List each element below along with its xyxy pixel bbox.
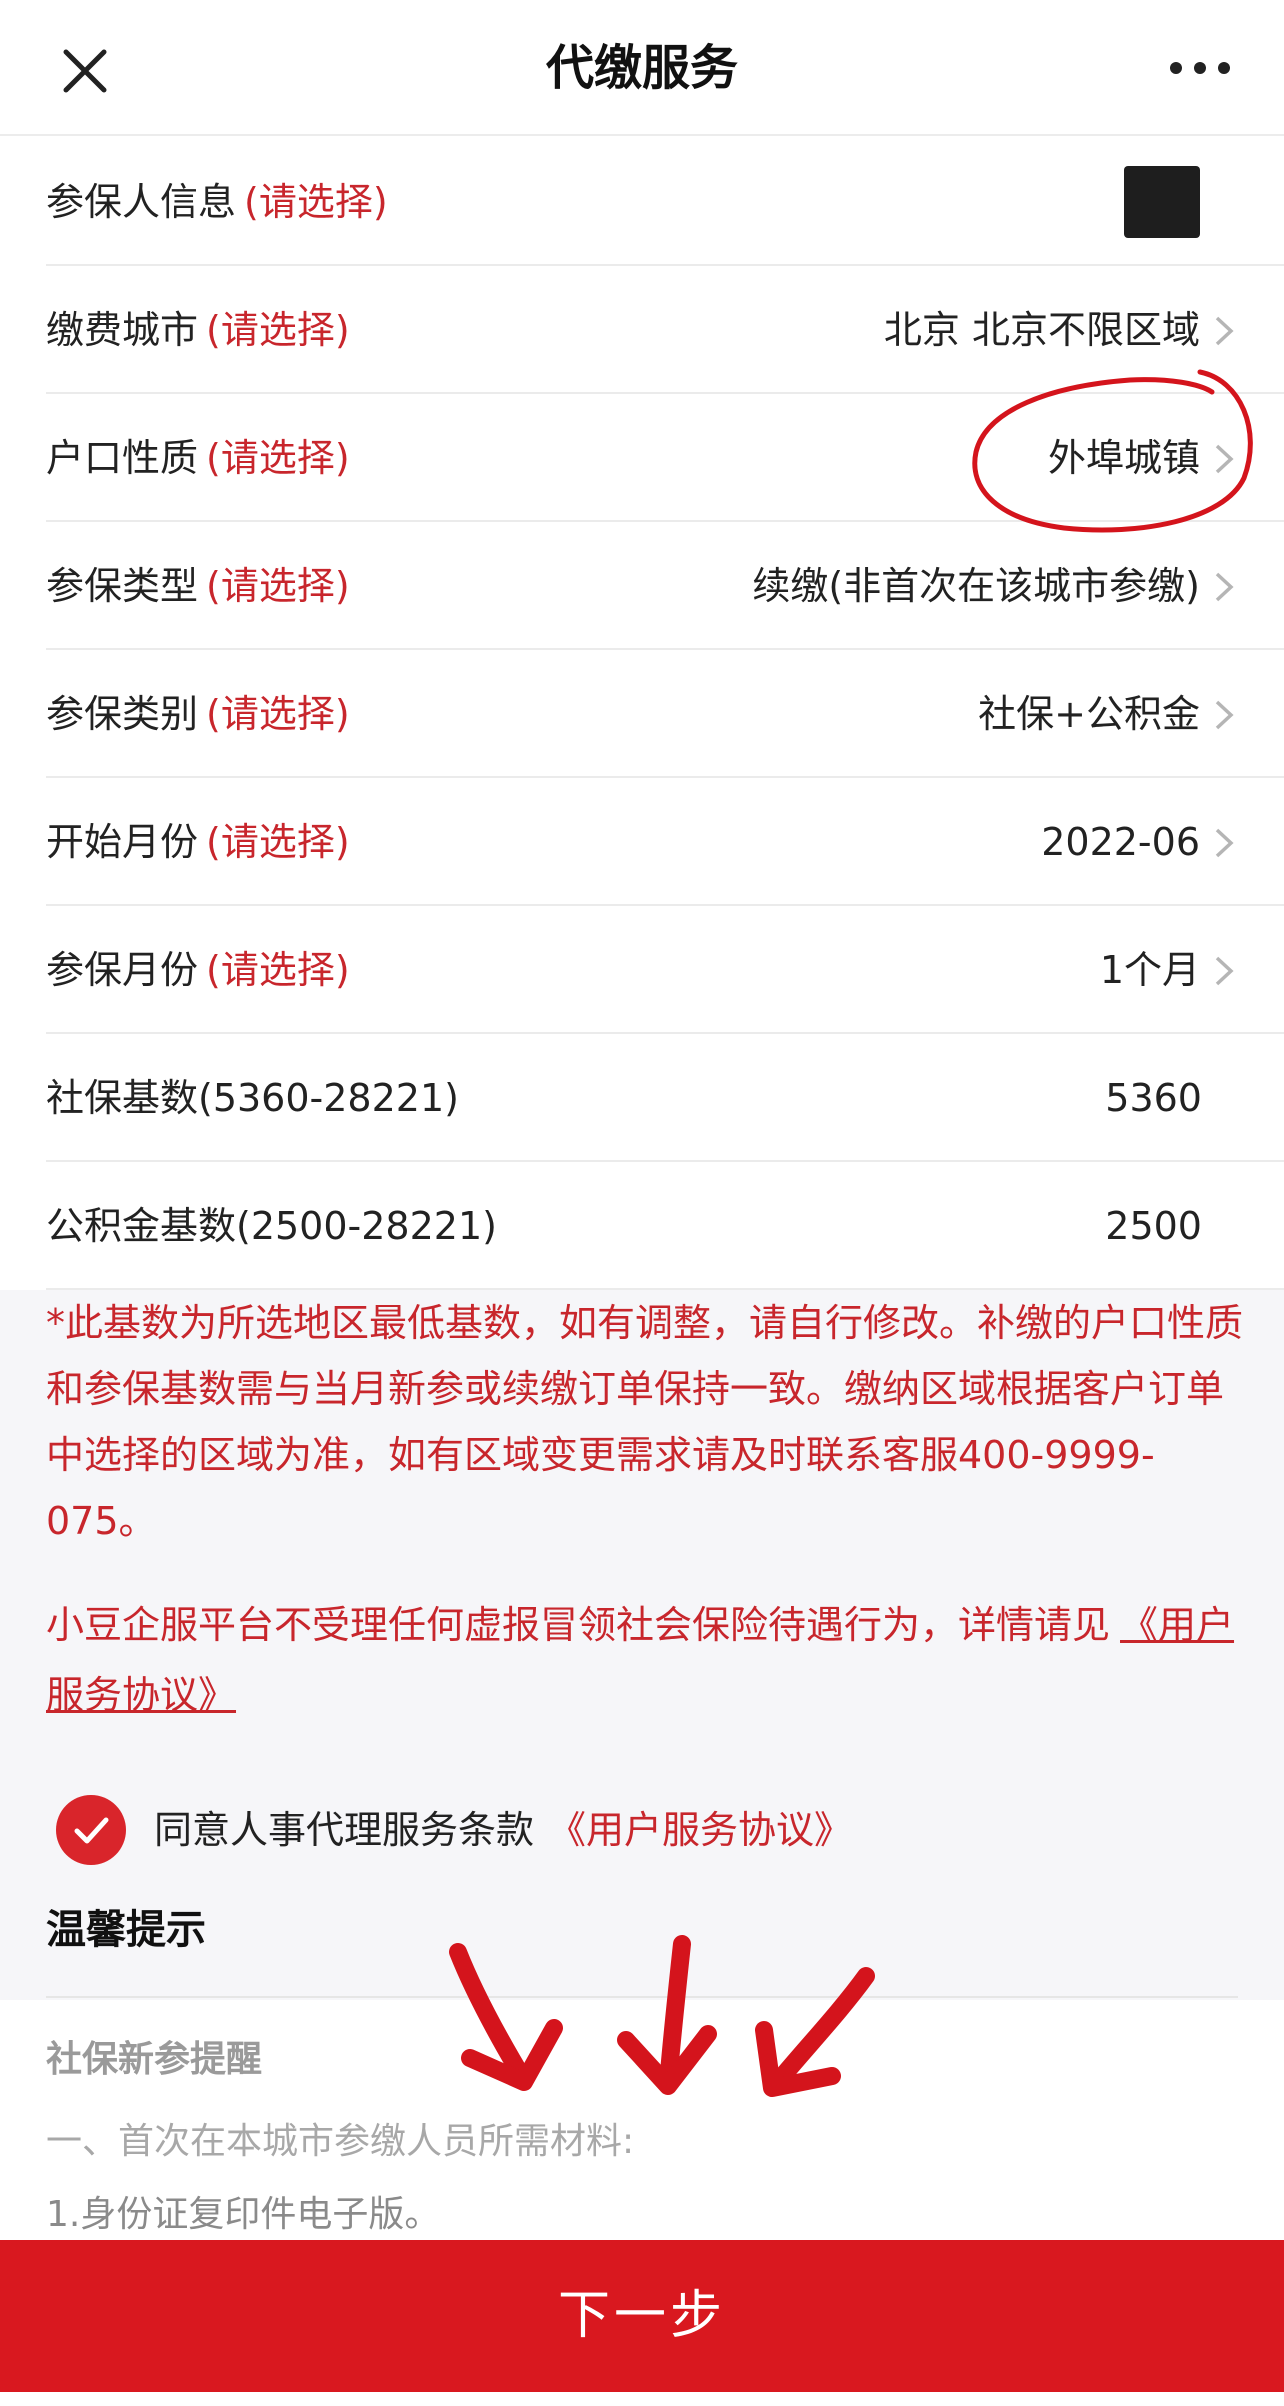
checkmark-icon <box>74 1817 109 1844</box>
select-hint: (请选择) <box>206 692 350 736</box>
tips-subtitle: 社保新参提醒 <box>46 2039 263 2080</box>
insurance-months-value: 1个月 <box>1099 948 1200 992</box>
select-hint: (请选择) <box>206 564 350 608</box>
next-step-button[interactable]: 下一步 <box>0 2240 1284 2392</box>
more-icon <box>1170 62 1230 74</box>
select-hint: (请选择) <box>206 308 350 352</box>
row-label: 参保月份 (请选择) <box>46 948 350 992</box>
payment-city-value: 北京 北京不限区域 <box>883 308 1200 352</box>
agree-checkbox[interactable] <box>56 1795 126 1865</box>
row-label: 缴费城市 (请选择) <box>46 308 350 352</box>
select-hint: (请选择) <box>206 820 350 864</box>
household-type-value: 外埠城镇 <box>1047 436 1200 480</box>
insurance-category-row[interactable]: 参保类别 (请选择) 社保+公积金 <box>0 650 1284 778</box>
select-hint: (请选择) <box>206 948 350 992</box>
row-label: 参保人信息 (请选择) <box>46 180 388 224</box>
social-base-input[interactable]: 5360 <box>1105 1034 1202 1162</box>
chevron-right-icon <box>1215 444 1234 474</box>
select-hint: (请选择) <box>244 180 388 224</box>
start-month-value: 2022-06 <box>1041 820 1200 864</box>
select-hint: (请选择) <box>206 436 350 480</box>
chevron-right-icon <box>1215 572 1234 602</box>
insurance-months-row[interactable]: 参保月份 (请选择) 1个月 <box>0 906 1284 1034</box>
insured-person-row[interactable]: 参保人信息 (请选择) <box>0 138 1284 266</box>
row-label: 公积金基数(2500-28221) <box>46 1204 497 1248</box>
insurance-type-row[interactable]: 参保类型 (请选择) 续缴(非首次在该城市参缴) <box>0 522 1284 650</box>
row-label: 参保类型 (请选择) <box>46 564 350 608</box>
agreement-text: 同意人事代理服务条款 《用户服务协议》 <box>154 1808 853 1852</box>
chevron-right-icon <box>1215 700 1234 730</box>
row-label: 社保基数(5360-28221) <box>46 1076 459 1120</box>
household-type-row[interactable]: 户口性质 (请选择) 外埠城镇 <box>0 394 1284 522</box>
nav-bar: 代缴服务 <box>0 0 1284 136</box>
start-month-row[interactable]: 开始月份 (请选择) 2022-06 <box>0 778 1284 906</box>
chevron-right-icon <box>1215 316 1234 346</box>
social-base-row: 社保基数(5360-28221) 5360 <box>0 1034 1284 1162</box>
chevron-right-icon <box>1215 828 1234 858</box>
fraud-notice: 小豆企服平台不受理任何虚报冒领社会保险待遇行为，详情请见 《用户服务协议》 <box>46 1590 1246 1730</box>
row-label: 户口性质 (请选择) <box>46 436 350 480</box>
next-step-label: 下一步 <box>557 2286 726 2346</box>
insurance-type-value: 续缴(非首次在该城市参缴) <box>752 564 1200 608</box>
more-button[interactable] <box>1160 48 1240 88</box>
tips-text: 一、首次在本城市参缴人员所需材料: <box>46 2121 635 2162</box>
row-label: 开始月份 (请选择) <box>46 820 350 864</box>
avatar <box>1124 166 1200 238</box>
row-label: 参保类别 (请选择) <box>46 692 350 736</box>
tips-title: 温馨提示 <box>46 1907 206 1953</box>
chevron-right-icon <box>1215 956 1234 986</box>
divider <box>46 1996 1238 1998</box>
insurance-category-value: 社保+公积金 <box>978 692 1200 736</box>
housing-fund-base-input[interactable]: 2500 <box>1105 1162 1202 1290</box>
agreement-row: 同意人事代理服务条款 《用户服务协议》 <box>56 1795 1156 1865</box>
base-notice: *此基数为所选地区最低基数，如有调整，请自行修改。补缴的户口性质和参保基数需与当… <box>46 1301 1244 1543</box>
tips-text: 1.身份证复印件电子版。 <box>46 2194 441 2235</box>
housing-fund-base-row: 公积金基数(2500-28221) 2500 <box>0 1162 1284 1290</box>
page-title: 代缴服务 <box>545 40 738 96</box>
agreement-link[interactable]: 《用户服务协议》 <box>548 1808 852 1852</box>
payment-city-row[interactable]: 缴费城市 (请选择) 北京 北京不限区域 <box>0 266 1284 394</box>
fraud-notice-text: 小豆企服平台不受理任何虚报冒领社会保险待遇行为，详情请见 <box>46 1603 1111 1647</box>
